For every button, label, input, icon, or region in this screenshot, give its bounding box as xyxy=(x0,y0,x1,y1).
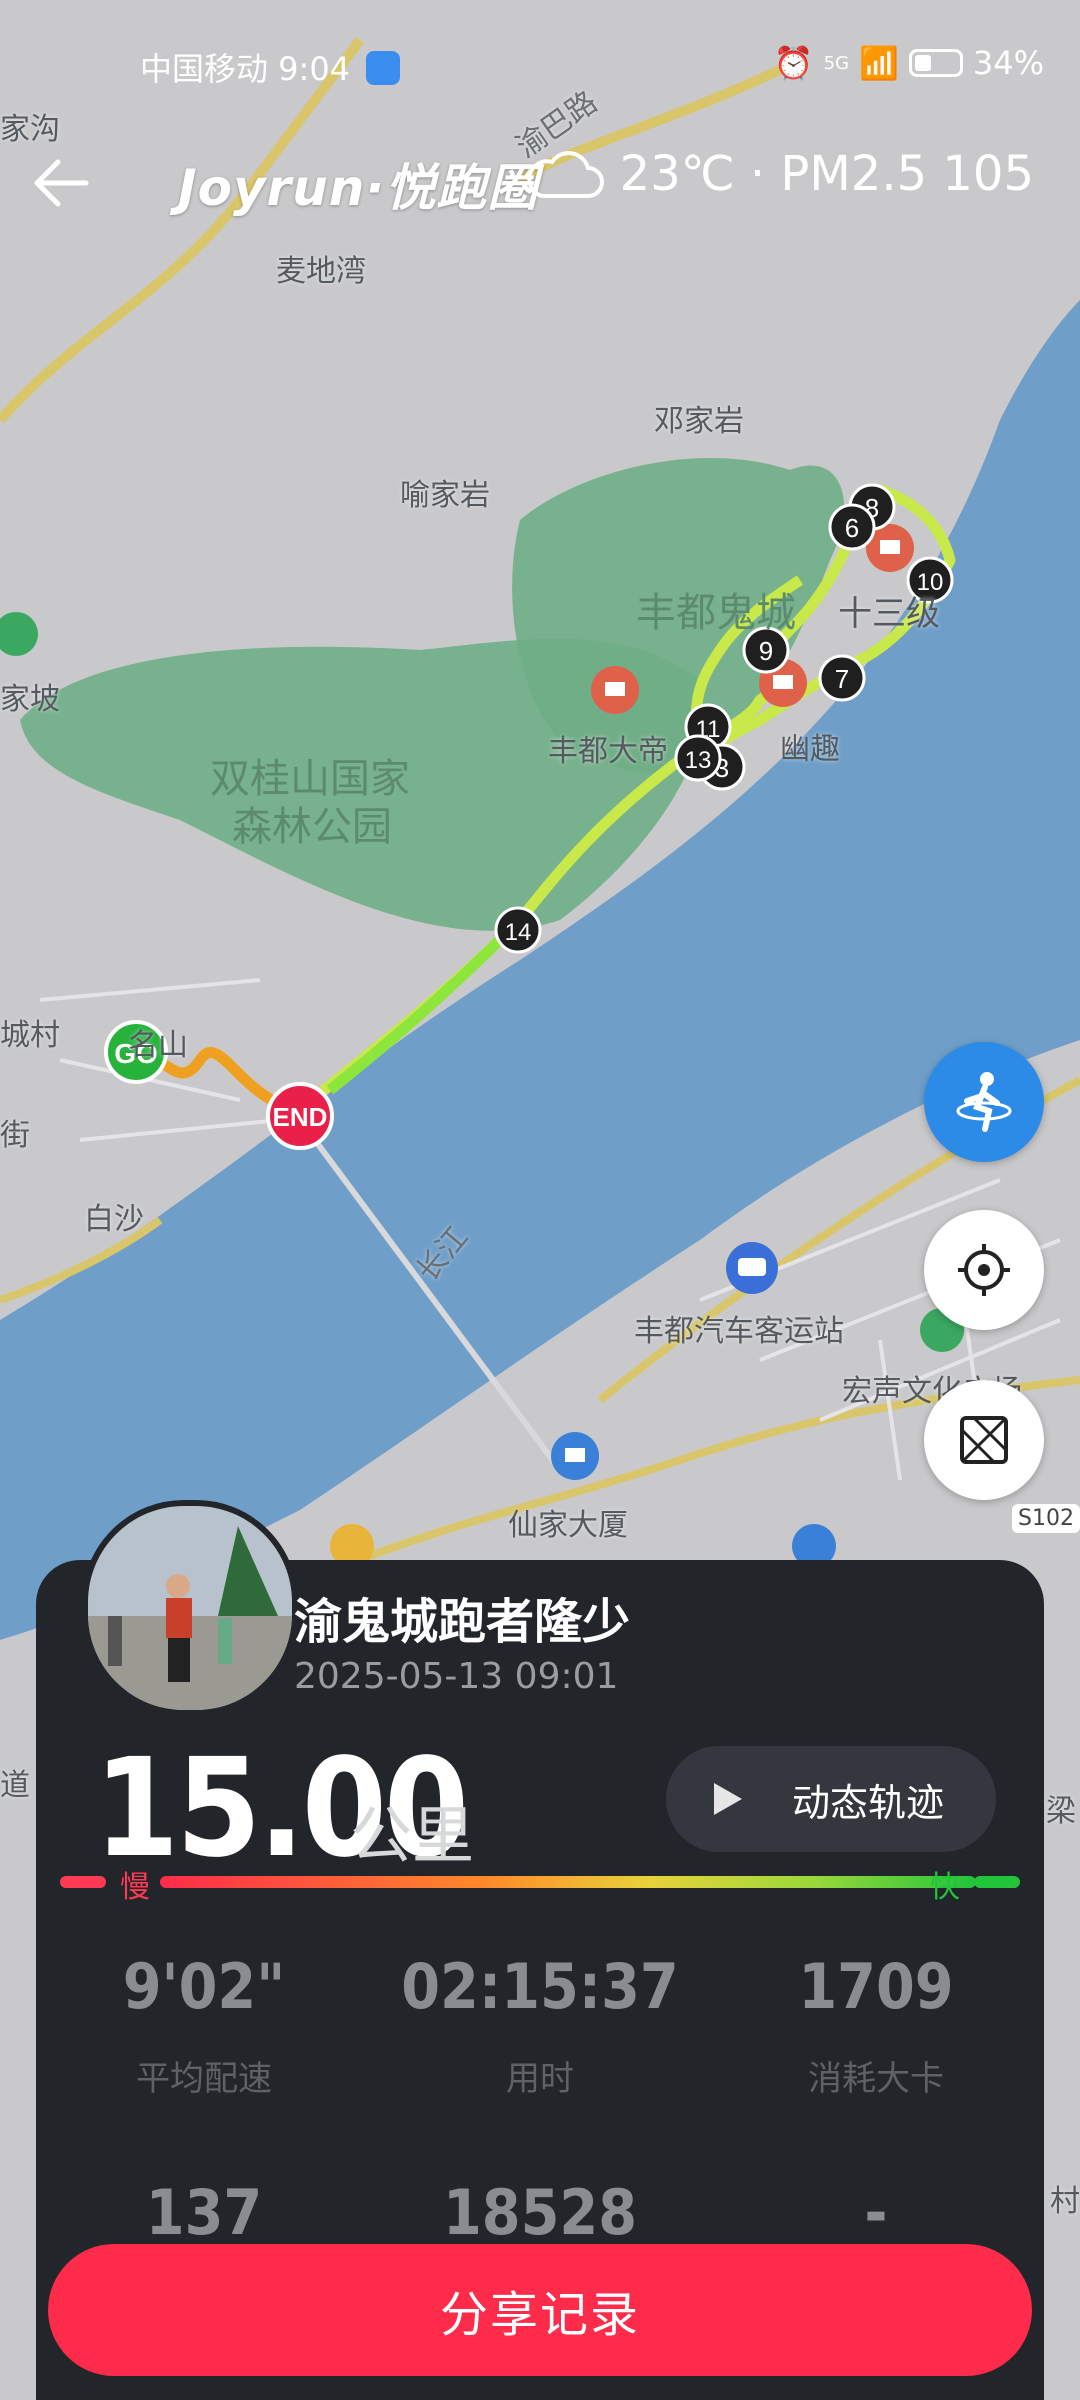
signal-icon: 📶 xyxy=(859,44,899,82)
poi-pin-icon[interactable] xyxy=(591,666,639,714)
map-label: 幽趣 xyxy=(780,732,840,767)
back-arrow-icon[interactable] xyxy=(26,148,96,218)
stat-value: 1709 xyxy=(798,1950,954,2023)
waypoint-marker[interactable]: 13 xyxy=(674,734,722,782)
dynamic-track-button[interactable]: 动态轨迹 xyxy=(666,1746,996,1852)
map-label: 邓家岩 xyxy=(654,404,744,439)
locate-icon xyxy=(958,1244,1010,1296)
status-bar: 中国移动 9:04 ⏰ 5G 📶 34% xyxy=(0,38,1080,94)
stat-calories: 1709 消耗大卡 xyxy=(708,1950,1044,2100)
stat-label: 消耗大卡 xyxy=(808,2059,944,2099)
waypoint-marker[interactable]: 14 xyxy=(494,906,542,954)
stat-label: 用时 xyxy=(506,2059,574,2099)
dynamic-track-label: 动态轨迹 xyxy=(792,1780,945,1825)
running-mode-button[interactable] xyxy=(924,1042,1044,1162)
network-type: 5G xyxy=(823,52,850,74)
stat-value: 18528 xyxy=(442,2176,638,2249)
slow-label: 慢 xyxy=(120,1870,150,1905)
map-label: 丰都鬼城 xyxy=(636,590,796,636)
stat-other: - xyxy=(708,2176,1044,2249)
end-label: END xyxy=(273,1102,328,1132)
runner-icon xyxy=(956,1072,1012,1132)
map-label: 丰都大帝 xyxy=(548,734,668,769)
app-brand-logo: Joyrun·悦跑圈 xyxy=(178,159,539,217)
share-record-button[interactable]: 分享记录 xyxy=(48,2244,1032,2376)
map-label: 十三级 xyxy=(838,594,940,634)
cloud-icon xyxy=(527,151,604,198)
avatar-photo xyxy=(88,1506,292,1710)
map-label: 梁 xyxy=(1046,1794,1076,1829)
battery-percent: 34% xyxy=(972,44,1044,82)
carrier-time: 中国移动 9:04 xyxy=(140,44,401,90)
map-label: 道 xyxy=(0,1768,30,1803)
map-layer-button[interactable] xyxy=(924,1380,1044,1500)
waypoint-label: 13 xyxy=(685,747,712,774)
weather-info: 23℃ · PM2.5 105 xyxy=(522,146,1034,202)
play-icon xyxy=(714,1783,742,1815)
share-record-label: 分享记录 xyxy=(439,2287,640,2343)
map-label: 白沙 xyxy=(84,1202,144,1237)
app-notification-icon xyxy=(366,51,401,85)
waypoint-label: 7 xyxy=(835,664,849,694)
map-label: 村 xyxy=(1050,2184,1080,2219)
map-label: 家坡 xyxy=(0,682,60,717)
stat-avg-pace: 9'02" 平均配速 xyxy=(36,1950,372,2100)
user-name: 渝鬼城跑者隆少 xyxy=(294,1594,631,1650)
waypoint-label: 9 xyxy=(759,636,773,666)
stat-duration: 02:15:37 用时 xyxy=(372,1950,708,2100)
map-label: 麦地湾 xyxy=(276,254,366,289)
stat-value: 02:15:37 xyxy=(401,1950,679,2023)
fast-label: 快 xyxy=(930,1870,960,1905)
stat-value: 9'02" xyxy=(122,1950,286,2023)
weather-text: 23℃ · PM2.5 105 xyxy=(619,146,1034,202)
header: Joyrun·悦跑圈 23℃ · PM2.5 105 xyxy=(0,140,1080,230)
waypoint-label: 6 xyxy=(845,513,859,543)
run-datetime: 2025-05-13 09:01 xyxy=(294,1656,619,1697)
distance-unit: 公里 xyxy=(350,1799,475,1872)
map-label: 城村 xyxy=(0,1018,60,1053)
pace-color-legend xyxy=(60,1876,1020,1890)
locate-button[interactable] xyxy=(924,1210,1044,1330)
battery-icon xyxy=(908,49,963,77)
end-marker[interactable]: END xyxy=(266,1082,334,1150)
road-badge: S102 xyxy=(1012,1504,1080,1533)
stat-steps: 18528 xyxy=(372,2176,708,2249)
waypoint-marker[interactable]: 6 xyxy=(828,503,876,551)
stat-value: - xyxy=(864,2176,888,2249)
map-label: 名山 xyxy=(128,1028,188,1063)
bus-station-icon[interactable] xyxy=(726,1242,778,1294)
map-label: 喻家岩 xyxy=(400,478,490,513)
poi-pin-icon[interactable] xyxy=(551,1432,599,1480)
waypoint-marker[interactable]: 7 xyxy=(818,654,866,702)
alarm-icon: ⏰ xyxy=(773,44,814,82)
stat-heart-rate: 137 xyxy=(36,2176,372,2249)
map-layer-icon xyxy=(960,1416,1008,1464)
avatar[interactable] xyxy=(82,1500,298,1716)
map-label: 街 xyxy=(0,1118,30,1153)
map-label: 仙家大厦 xyxy=(508,1508,628,1543)
map-label: 森林公园 xyxy=(232,804,392,850)
map-label: 丰都汽车客运站 xyxy=(634,1314,844,1349)
waypoint-label: 14 xyxy=(505,919,532,946)
stat-label: 平均配速 xyxy=(136,2059,272,2099)
stat-value: 137 xyxy=(145,2176,263,2249)
